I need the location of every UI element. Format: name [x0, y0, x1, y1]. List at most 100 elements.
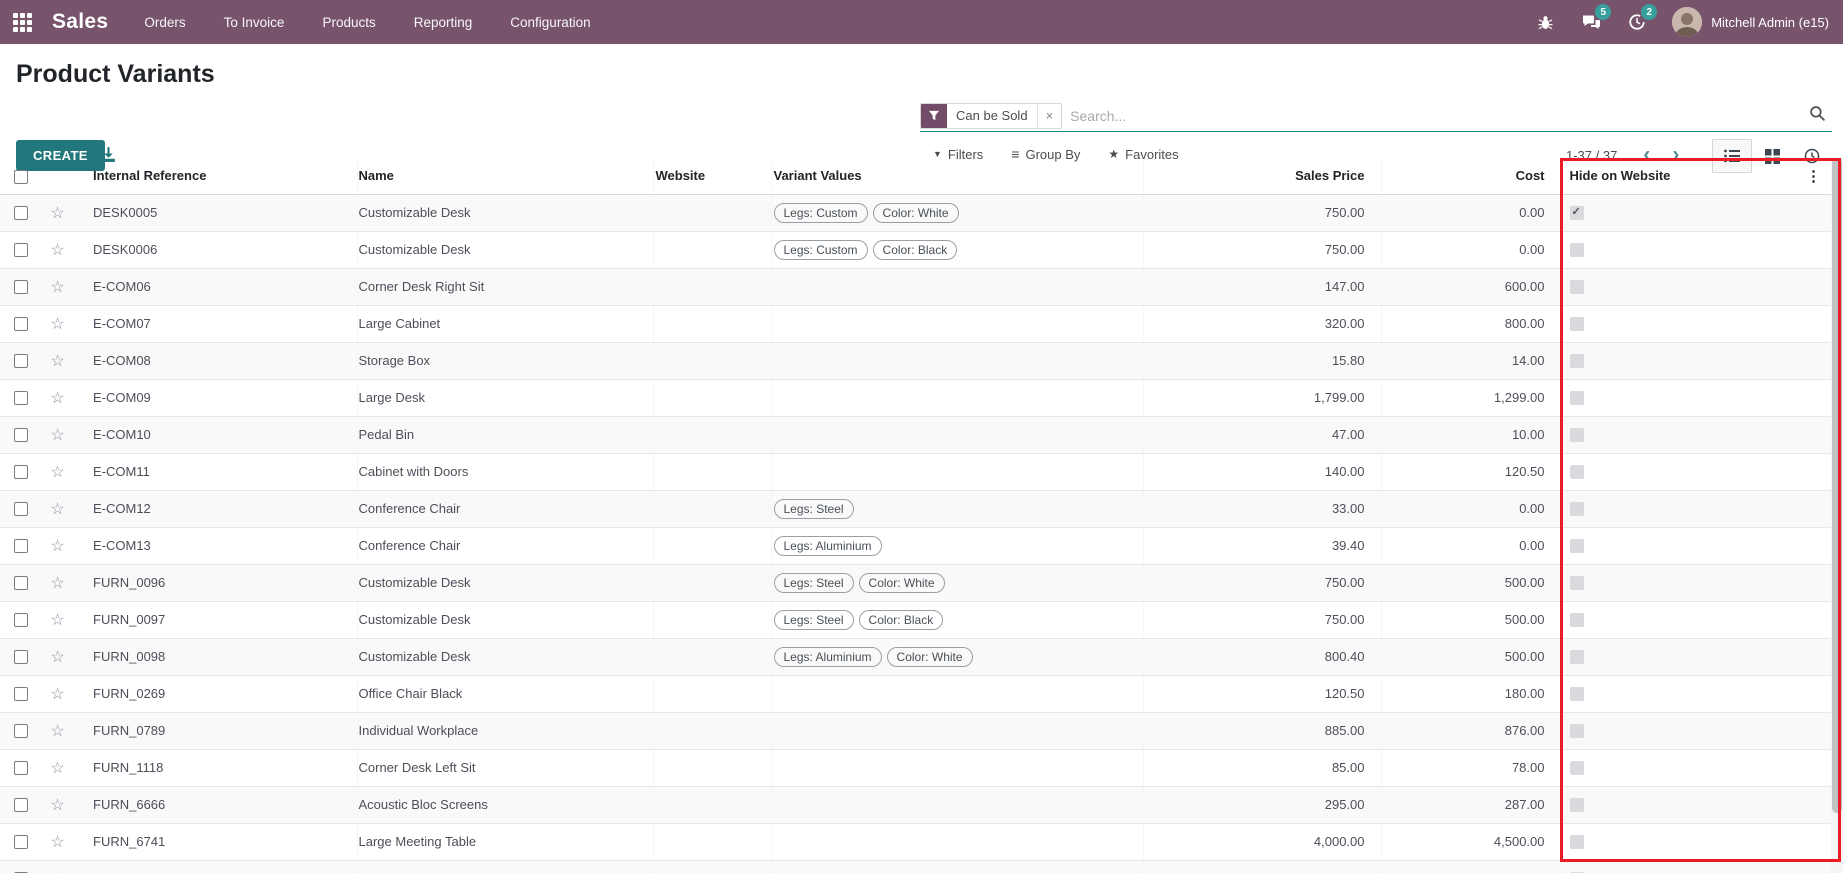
hide-on-website-checkbox[interactable]	[1569, 687, 1584, 702]
menu-reporting[interactable]: Reporting	[414, 15, 473, 30]
name-cell[interactable]: Office Chair	[357, 860, 653, 873]
website-cell[interactable]	[653, 712, 771, 750]
table-row[interactable]: ☆ E-COM06 Corner Desk Right Sit 147.00 600.0…	[0, 268, 1843, 306]
menu-configuration[interactable]: Configuration	[510, 15, 590, 30]
website-cell[interactable]	[653, 823, 771, 861]
header-internal-reference[interactable]: Internal Reference	[75, 158, 357, 195]
cost-cell[interactable]: 0.00	[1381, 231, 1561, 269]
variant-values-cell[interactable]	[771, 379, 1143, 417]
favorite-star-icon[interactable]: ☆	[50, 612, 64, 629]
name-cell[interactable]: Large Cabinet	[357, 305, 653, 343]
sales-price-cell[interactable]: 70.00	[1143, 860, 1381, 873]
internal-reference-cell[interactable]: FURN_0097	[75, 601, 357, 639]
variant-values-cell[interactable]	[771, 416, 1143, 454]
favorite-star-icon[interactable]: ☆	[50, 464, 64, 481]
cost-cell[interactable]: 120.50	[1381, 453, 1561, 491]
internal-reference-cell[interactable]: FURN_6666	[75, 786, 357, 824]
sales-price-cell[interactable]: 15.80	[1143, 342, 1381, 380]
sales-price-cell[interactable]: 750.00	[1143, 194, 1381, 232]
table-row[interactable]: ☆ E-COM09 Large Desk 1,799.00 1,299.00	[0, 379, 1843, 417]
variant-values-cell[interactable]	[771, 675, 1143, 713]
variant-values-cell[interactable]: Legs: Aluminium	[771, 527, 1143, 565]
favorite-star-icon[interactable]: ☆	[50, 797, 64, 814]
internal-reference-cell[interactable]: E-COM10	[75, 416, 357, 454]
name-cell[interactable]: Individual Workplace	[357, 712, 653, 750]
favorite-star-icon[interactable]: ☆	[50, 760, 64, 777]
variant-values-cell[interactable]	[771, 453, 1143, 491]
sales-price-cell[interactable]: 140.00	[1143, 453, 1381, 491]
favorite-star-icon[interactable]: ☆	[50, 501, 64, 518]
variant-values-cell[interactable]	[771, 712, 1143, 750]
name-cell[interactable]: Pedal Bin	[357, 416, 653, 454]
name-cell[interactable]: Large Desk	[357, 379, 653, 417]
internal-reference-cell[interactable]: FURN_7777	[75, 860, 357, 873]
favorite-star-icon[interactable]: ☆	[50, 242, 64, 259]
header-name[interactable]: Name	[357, 158, 653, 195]
internal-reference-cell[interactable]: FURN_0096	[75, 564, 357, 602]
table-row[interactable]: ☆ FURN_0269 Office Chair Black 120.50 180.00	[0, 675, 1843, 713]
website-cell[interactable]	[653, 675, 771, 713]
name-cell[interactable]: Corner Desk Left Sit	[357, 749, 653, 787]
website-cell[interactable]	[653, 638, 771, 676]
sales-price-cell[interactable]: 320.00	[1143, 305, 1381, 343]
website-cell[interactable]	[653, 601, 771, 639]
internal-reference-cell[interactable]: E-COM09	[75, 379, 357, 417]
sales-price-cell[interactable]: 120.50	[1143, 675, 1381, 713]
sales-price-cell[interactable]: 33.00	[1143, 490, 1381, 528]
website-cell[interactable]	[653, 786, 771, 824]
sales-price-cell[interactable]: 750.00	[1143, 564, 1381, 602]
website-cell[interactable]	[653, 416, 771, 454]
hide-on-website-checkbox[interactable]	[1569, 761, 1584, 776]
internal-reference-cell[interactable]: E-COM12	[75, 490, 357, 528]
hide-on-website-checkbox[interactable]	[1569, 205, 1584, 221]
hide-on-website-checkbox[interactable]	[1569, 724, 1584, 739]
row-checkbox[interactable]	[14, 391, 28, 406]
hide-on-website-checkbox[interactable]	[1569, 539, 1584, 554]
user-menu[interactable]: Mitchell Admin (e15)	[1672, 7, 1829, 37]
hide-on-website-checkbox[interactable]	[1569, 428, 1584, 443]
name-cell[interactable]: Customizable Desk	[357, 638, 653, 676]
row-checkbox[interactable]	[14, 243, 28, 258]
row-checkbox[interactable]	[14, 576, 28, 591]
header-hide-on-website[interactable]: Hide on Website ⋮	[1561, 158, 1843, 195]
apps-menu-button[interactable]	[0, 0, 44, 44]
app-name[interactable]: Sales	[52, 10, 108, 34]
row-checkbox[interactable]	[14, 428, 28, 443]
row-checkbox[interactable]	[14, 354, 28, 369]
row-checkbox[interactable]	[14, 280, 28, 295]
hide-on-website-checkbox[interactable]	[1569, 835, 1584, 850]
header-variant-values[interactable]: Variant Values	[771, 158, 1143, 195]
variant-values-cell[interactable]	[771, 342, 1143, 380]
website-cell[interactable]	[653, 379, 771, 417]
variant-values-cell[interactable]: Legs: Custom Color: Black	[771, 231, 1143, 269]
row-checkbox[interactable]	[14, 798, 28, 813]
variant-values-cell[interactable]	[771, 786, 1143, 824]
variant-values-cell[interactable]: Legs: Aluminium Color: White	[771, 638, 1143, 676]
header-sales-price[interactable]: Sales Price	[1143, 158, 1381, 195]
cost-cell[interactable]: 287.00	[1381, 786, 1561, 824]
favorite-star-icon[interactable]: ☆	[50, 834, 64, 851]
messages-icon[interactable]: 5	[1580, 4, 1612, 33]
internal-reference-cell[interactable]: FURN_1118	[75, 749, 357, 787]
vertical-scrollbar[interactable]	[1831, 158, 1843, 873]
sales-price-cell[interactable]: 147.00	[1143, 268, 1381, 306]
cost-cell[interactable]: 0.00	[1381, 490, 1561, 528]
row-checkbox[interactable]	[14, 613, 28, 628]
website-cell[interactable]	[653, 305, 771, 343]
activities-clock-icon[interactable]: 2	[1626, 4, 1658, 33]
sales-price-cell[interactable]: 4,000.00	[1143, 823, 1381, 861]
internal-reference-cell[interactable]: FURN_0789	[75, 712, 357, 750]
table-row[interactable]: ☆ FURN_0098 Customizable Desk Legs: Alumini…	[0, 638, 1843, 676]
favorite-star-icon[interactable]: ☆	[50, 353, 64, 370]
website-cell[interactable]	[653, 268, 771, 306]
name-cell[interactable]: Conference Chair	[357, 490, 653, 528]
name-cell[interactable]: Office Chair Black	[357, 675, 653, 713]
menu-orders[interactable]: Orders	[144, 15, 185, 30]
variant-values-cell[interactable]	[771, 268, 1143, 306]
name-cell[interactable]: Customizable Desk	[357, 194, 653, 232]
name-cell[interactable]: Acoustic Bloc Screens	[357, 786, 653, 824]
hide-on-website-checkbox[interactable]	[1569, 576, 1584, 591]
variant-values-cell[interactable]: Legs: Custom Color: White	[771, 194, 1143, 232]
table-row[interactable]: ☆ FURN_0097 Customizable Desk Legs: Steel Co…	[0, 601, 1843, 639]
name-cell[interactable]: Customizable Desk	[357, 564, 653, 602]
